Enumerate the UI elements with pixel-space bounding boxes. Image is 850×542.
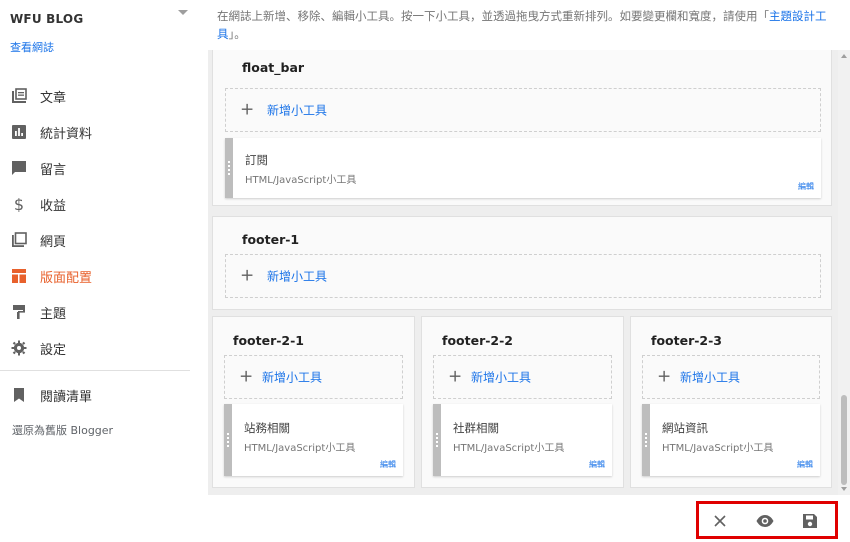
sidebar-item-settings[interactable]: 設定 — [0, 330, 200, 366]
gadget-type: HTML/JavaScript小工具 — [245, 175, 357, 186]
gadget-type: HTML/JavaScript小工具 — [453, 443, 565, 454]
add-gadget-button[interactable]: + 新增小工具 — [433, 355, 612, 399]
sidebar-item-reading-list[interactable]: 閱讀清單 — [0, 377, 200, 413]
bookmark-icon — [11, 387, 27, 403]
gear-icon — [11, 340, 27, 356]
layout-icon — [11, 268, 27, 284]
sidebar-item-pages[interactable]: 網頁 — [0, 222, 200, 258]
section-title: footer-2-3 — [651, 333, 723, 348]
save-button[interactable] — [800, 511, 820, 531]
eye-icon — [756, 515, 774, 527]
section-title: footer-2-1 — [233, 333, 305, 348]
sidebar-item-label: 留言 — [40, 162, 67, 178]
gadget-name: 訂閱 — [245, 153, 268, 167]
secondary-nav: 閱讀清單 — [0, 377, 200, 413]
stats-icon — [11, 124, 27, 140]
scroll-thumb[interactable] — [841, 395, 847, 485]
plus-icon: + — [448, 366, 463, 387]
drag-handle[interactable] — [225, 138, 233, 198]
section-title: float_bar — [242, 60, 305, 75]
sidebar-item-label: 設定 — [40, 342, 67, 358]
add-gadget-button[interactable]: + 新增小工具 — [225, 88, 821, 132]
edit-link[interactable]: 編輯 — [589, 459, 605, 470]
gadget-type: HTML/JavaScript小工具 — [244, 443, 356, 454]
section-footer-2-3: footer-2-3 + 新增小工具 網站資訊 HTML/JavaScript小… — [630, 316, 832, 488]
section-footer-1: footer-1 + 新增小工具 — [212, 216, 832, 310]
gadget-name: 網站資訊 — [662, 421, 708, 435]
sidebar-item-label: 文章 — [40, 90, 67, 106]
blog-switcher[interactable]: WFU BLOG — [10, 8, 188, 26]
add-gadget-label: 新增小工具 — [680, 370, 741, 385]
section-footer-2-1: footer-2-1 + 新增小工具 站務相關 HTML/JavaScript小… — [212, 316, 415, 488]
plus-icon: + — [240, 99, 255, 120]
section-title: footer-2-2 — [442, 333, 514, 348]
gadget-type: HTML/JavaScript小工具 — [662, 443, 774, 454]
sidebar-item-earnings[interactable]: $ 收益 — [0, 186, 200, 222]
drag-handle[interactable] — [642, 404, 650, 476]
sidebar-item-label: 版面配置 — [40, 270, 93, 286]
add-gadget-label: 新增小工具 — [267, 269, 328, 284]
pages-icon — [11, 232, 27, 248]
preview-button[interactable] — [755, 511, 775, 531]
section-float-bar: float_bar + 新增小工具 訂閱 HTML/JavaScript小工具 … — [212, 50, 832, 206]
add-gadget-label: 新增小工具 — [471, 370, 532, 385]
add-gadget-label: 新增小工具 — [267, 103, 328, 118]
section-footer-2-2: footer-2-2 + 新增小工具 社群相關 HTML/JavaScript小… — [421, 316, 624, 488]
nav-divider — [0, 370, 190, 371]
blog-name: WFU BLOG — [10, 12, 84, 26]
intro-text: 在網誌上新增、移除、編輯小工具。按一下小工具，並透過拖曳方式重新排列。如要變更欄… — [217, 9, 769, 23]
gadget-name: 站務相關 — [244, 421, 290, 435]
sidebar-item-label: 閱讀清單 — [40, 389, 93, 405]
revert-legacy-link[interactable]: 還原為舊版 Blogger — [12, 422, 113, 438]
svg-text:$: $ — [14, 196, 24, 212]
section-title: footer-1 — [242, 232, 300, 247]
scroll-down-arrow-icon[interactable] — [841, 487, 847, 491]
gadget-card[interactable]: 社群相關 HTML/JavaScript小工具 編輯 — [433, 404, 612, 476]
sidebar-item-posts[interactable]: 文章 — [0, 78, 200, 114]
scroll-up-arrow-icon[interactable] — [841, 54, 847, 58]
sidebar-item-label: 統計資料 — [40, 126, 93, 142]
add-gadget-button[interactable]: + 新增小工具 — [642, 355, 820, 399]
edit-link[interactable]: 編輯 — [797, 459, 813, 470]
sidebar-item-stats[interactable]: 統計資料 — [0, 114, 200, 150]
add-gadget-button[interactable]: + 新增小工具 — [225, 254, 821, 298]
gadget-card[interactable]: 站務相關 HTML/JavaScript小工具 編輯 — [224, 404, 403, 476]
posts-icon — [11, 88, 27, 104]
drag-handle[interactable] — [224, 404, 232, 476]
plus-icon: + — [240, 265, 255, 286]
add-gadget-button[interactable]: + 新增小工具 — [224, 355, 403, 399]
dollar-icon: $ — [11, 196, 27, 212]
drag-handle[interactable] — [433, 404, 441, 476]
edit-link[interactable]: 編輯 — [798, 181, 814, 192]
view-blog-link[interactable]: 查看網誌 — [10, 39, 54, 55]
gadget-card[interactable]: 網站資訊 HTML/JavaScript小工具 編輯 — [642, 404, 820, 476]
gadget-name: 社群相關 — [453, 421, 499, 435]
layout-intro-text: 在網誌上新增、移除、編輯小工具。按一下小工具，並透過拖曳方式重新排列。如要變更欄… — [217, 7, 845, 43]
sidebar-item-layout[interactable]: 版面配置 — [0, 258, 200, 294]
sidebar-item-label: 主題 — [40, 306, 67, 322]
plus-icon: + — [657, 366, 672, 387]
sidebar: WFU BLOG 查看網誌 文章 統計資料 留言 $ 收益 網頁 版面配置 主題… — [0, 0, 200, 542]
sidebar-item-label: 收益 — [40, 198, 67, 214]
vertical-scrollbar[interactable] — [838, 50, 850, 495]
close-button[interactable] — [710, 511, 730, 531]
save-icon — [803, 514, 817, 528]
theme-roller-icon — [11, 304, 27, 320]
layout-action-bar — [696, 501, 838, 539]
close-icon — [714, 515, 726, 527]
comments-icon — [11, 160, 27, 176]
plus-icon: + — [239, 366, 254, 387]
sidebar-item-comments[interactable]: 留言 — [0, 150, 200, 186]
sidebar-nav: 文章 統計資料 留言 $ 收益 網頁 版面配置 主題 設定 — [0, 78, 200, 366]
sidebar-item-label: 網頁 — [40, 234, 67, 250]
layout-canvas: float_bar + 新增小工具 訂閱 HTML/JavaScript小工具 … — [208, 50, 838, 495]
add-gadget-label: 新增小工具 — [262, 370, 323, 385]
gadget-card[interactable]: 訂閱 HTML/JavaScript小工具 編輯 — [225, 138, 821, 198]
edit-link[interactable]: 編輯 — [380, 459, 396, 470]
intro-suffix: 」。 — [228, 27, 246, 41]
sidebar-item-theme[interactable]: 主題 — [0, 294, 200, 330]
caret-down-icon — [178, 10, 188, 15]
